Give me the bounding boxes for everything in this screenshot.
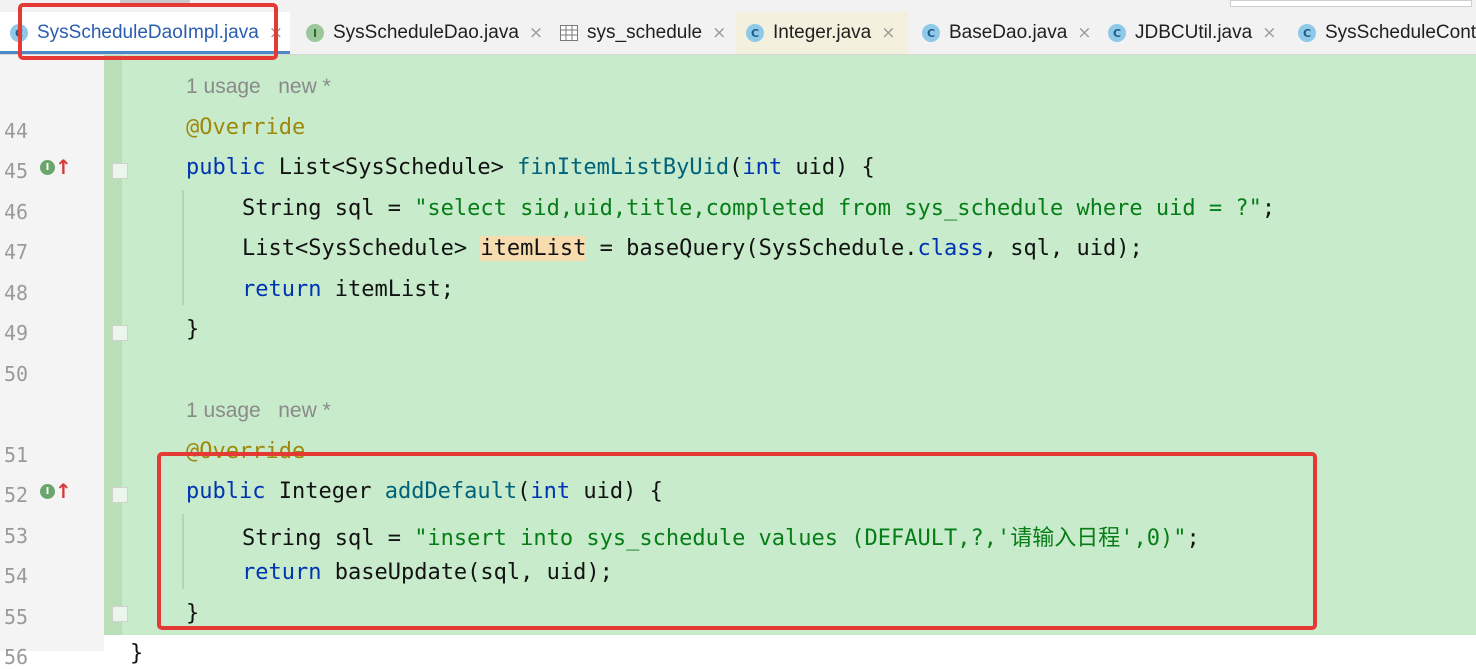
editor-plain-area	[104, 635, 1476, 651]
arrow-up-icon: ↑	[55, 479, 72, 503]
code-line-47: List<SysSchedule> itemList = baseQuery(S…	[242, 236, 1143, 261]
highlighted-variable: itemList	[480, 236, 587, 261]
close-icon[interactable]: ×	[1262, 23, 1276, 43]
close-icon[interactable]: ×	[1077, 23, 1091, 43]
code-text: (	[729, 155, 743, 180]
keyword: public	[186, 155, 266, 180]
line-number: 44	[4, 119, 29, 143]
code-line-56: }	[130, 641, 143, 666]
line-number: 51	[4, 443, 29, 467]
line-number: 47	[4, 240, 29, 264]
line-number: 53	[4, 524, 29, 548]
class-icon: C	[746, 24, 764, 42]
arrow-up-icon: ↑	[55, 155, 72, 179]
interface-icon: I	[40, 160, 55, 175]
keyword: class	[917, 236, 984, 261]
class-icon: C	[922, 24, 940, 42]
tab-sysschedulecontroller[interactable]: C SysScheduleContr	[1288, 12, 1476, 54]
usage-hint[interactable]: 1 usage new *	[186, 75, 331, 99]
code-text: , sql, uid);	[983, 236, 1143, 261]
implements-method-icon[interactable]: I ↑	[40, 155, 72, 179]
fold-marker[interactable]	[112, 163, 128, 179]
code-text: = baseQuery(SysSchedule.	[586, 236, 918, 261]
strip-fragment	[1230, 0, 1472, 7]
table-icon	[560, 24, 578, 42]
keyword: int	[742, 155, 783, 180]
line-number-gutter	[0, 55, 104, 651]
tab-basedao[interactable]: C BaseDao.java ×	[912, 12, 1092, 54]
implements-method-icon[interactable]: I ↑	[40, 479, 72, 503]
method-name: finItemListByUid	[517, 155, 730, 180]
code-text: List<SysSchedule>	[242, 236, 481, 261]
code-text: }	[130, 641, 144, 666]
line-number: 45	[4, 159, 29, 183]
code-text: List<SysSchedule>	[265, 155, 518, 180]
code-text: uid) {	[782, 155, 875, 180]
code-text: ;	[1261, 196, 1276, 221]
string-literal: "select sid,uid,title,completed from sys…	[414, 196, 1262, 221]
code-text: }	[186, 317, 200, 342]
line-number: 46	[4, 200, 29, 224]
code-line-48: return itemList;	[242, 277, 454, 302]
code-text: itemList;	[321, 277, 454, 302]
tab-label: sys_schedule	[587, 22, 703, 43]
tab-integer[interactable]: C Integer.java ×	[736, 12, 908, 54]
tab-label: SysScheduleDao.java	[333, 22, 519, 43]
code-line-45: public List<SysSchedule> finItemListByUi…	[186, 155, 875, 180]
fold-marker[interactable]	[112, 606, 128, 622]
fold-gutter	[104, 55, 122, 635]
tab-jdbcutil[interactable]: C JDBCUtil.java ×	[1098, 12, 1284, 54]
line-number: 49	[4, 321, 29, 345]
close-icon[interactable]: ×	[712, 23, 726, 43]
usage-hint[interactable]: 1 usage new *	[186, 399, 331, 423]
annotation: @Override	[186, 115, 306, 140]
close-icon[interactable]: ×	[529, 23, 543, 43]
keyword: return	[242, 277, 322, 302]
code-line-49: }	[186, 317, 199, 342]
fold-marker[interactable]	[112, 487, 128, 503]
line-number: 55	[4, 605, 29, 629]
line-number: 52	[4, 483, 29, 507]
tab-sys-schedule[interactable]: sys_schedule ×	[550, 12, 734, 54]
line-number: 50	[4, 362, 29, 386]
code-line-46: String sql = "select sid,uid,title,compl…	[242, 196, 1275, 221]
interface-icon: I	[306, 24, 324, 42]
indent-guide	[182, 190, 184, 305]
tab-label: Integer.java	[773, 22, 872, 43]
class-icon: C	[1108, 24, 1126, 42]
code-line-44: @Override	[186, 115, 305, 140]
tab-sysscheduledao[interactable]: I SysScheduleDao.java ×	[296, 12, 546, 54]
fold-marker[interactable]	[112, 325, 128, 341]
highlight-box-tab	[18, 3, 278, 60]
tab-label: JDBCUtil.java	[1135, 22, 1253, 43]
code-text: String sql =	[242, 196, 415, 221]
line-number: 56	[4, 645, 29, 669]
line-number: 48	[4, 281, 29, 305]
line-number: 54	[4, 564, 29, 588]
close-icon[interactable]: ×	[881, 23, 895, 43]
interface-icon: I	[40, 484, 55, 499]
highlight-box-method	[157, 452, 1317, 630]
tab-label: SysScheduleContr	[1325, 22, 1476, 43]
tab-label: BaseDao.java	[949, 22, 1068, 43]
class-icon: C	[1298, 24, 1316, 42]
